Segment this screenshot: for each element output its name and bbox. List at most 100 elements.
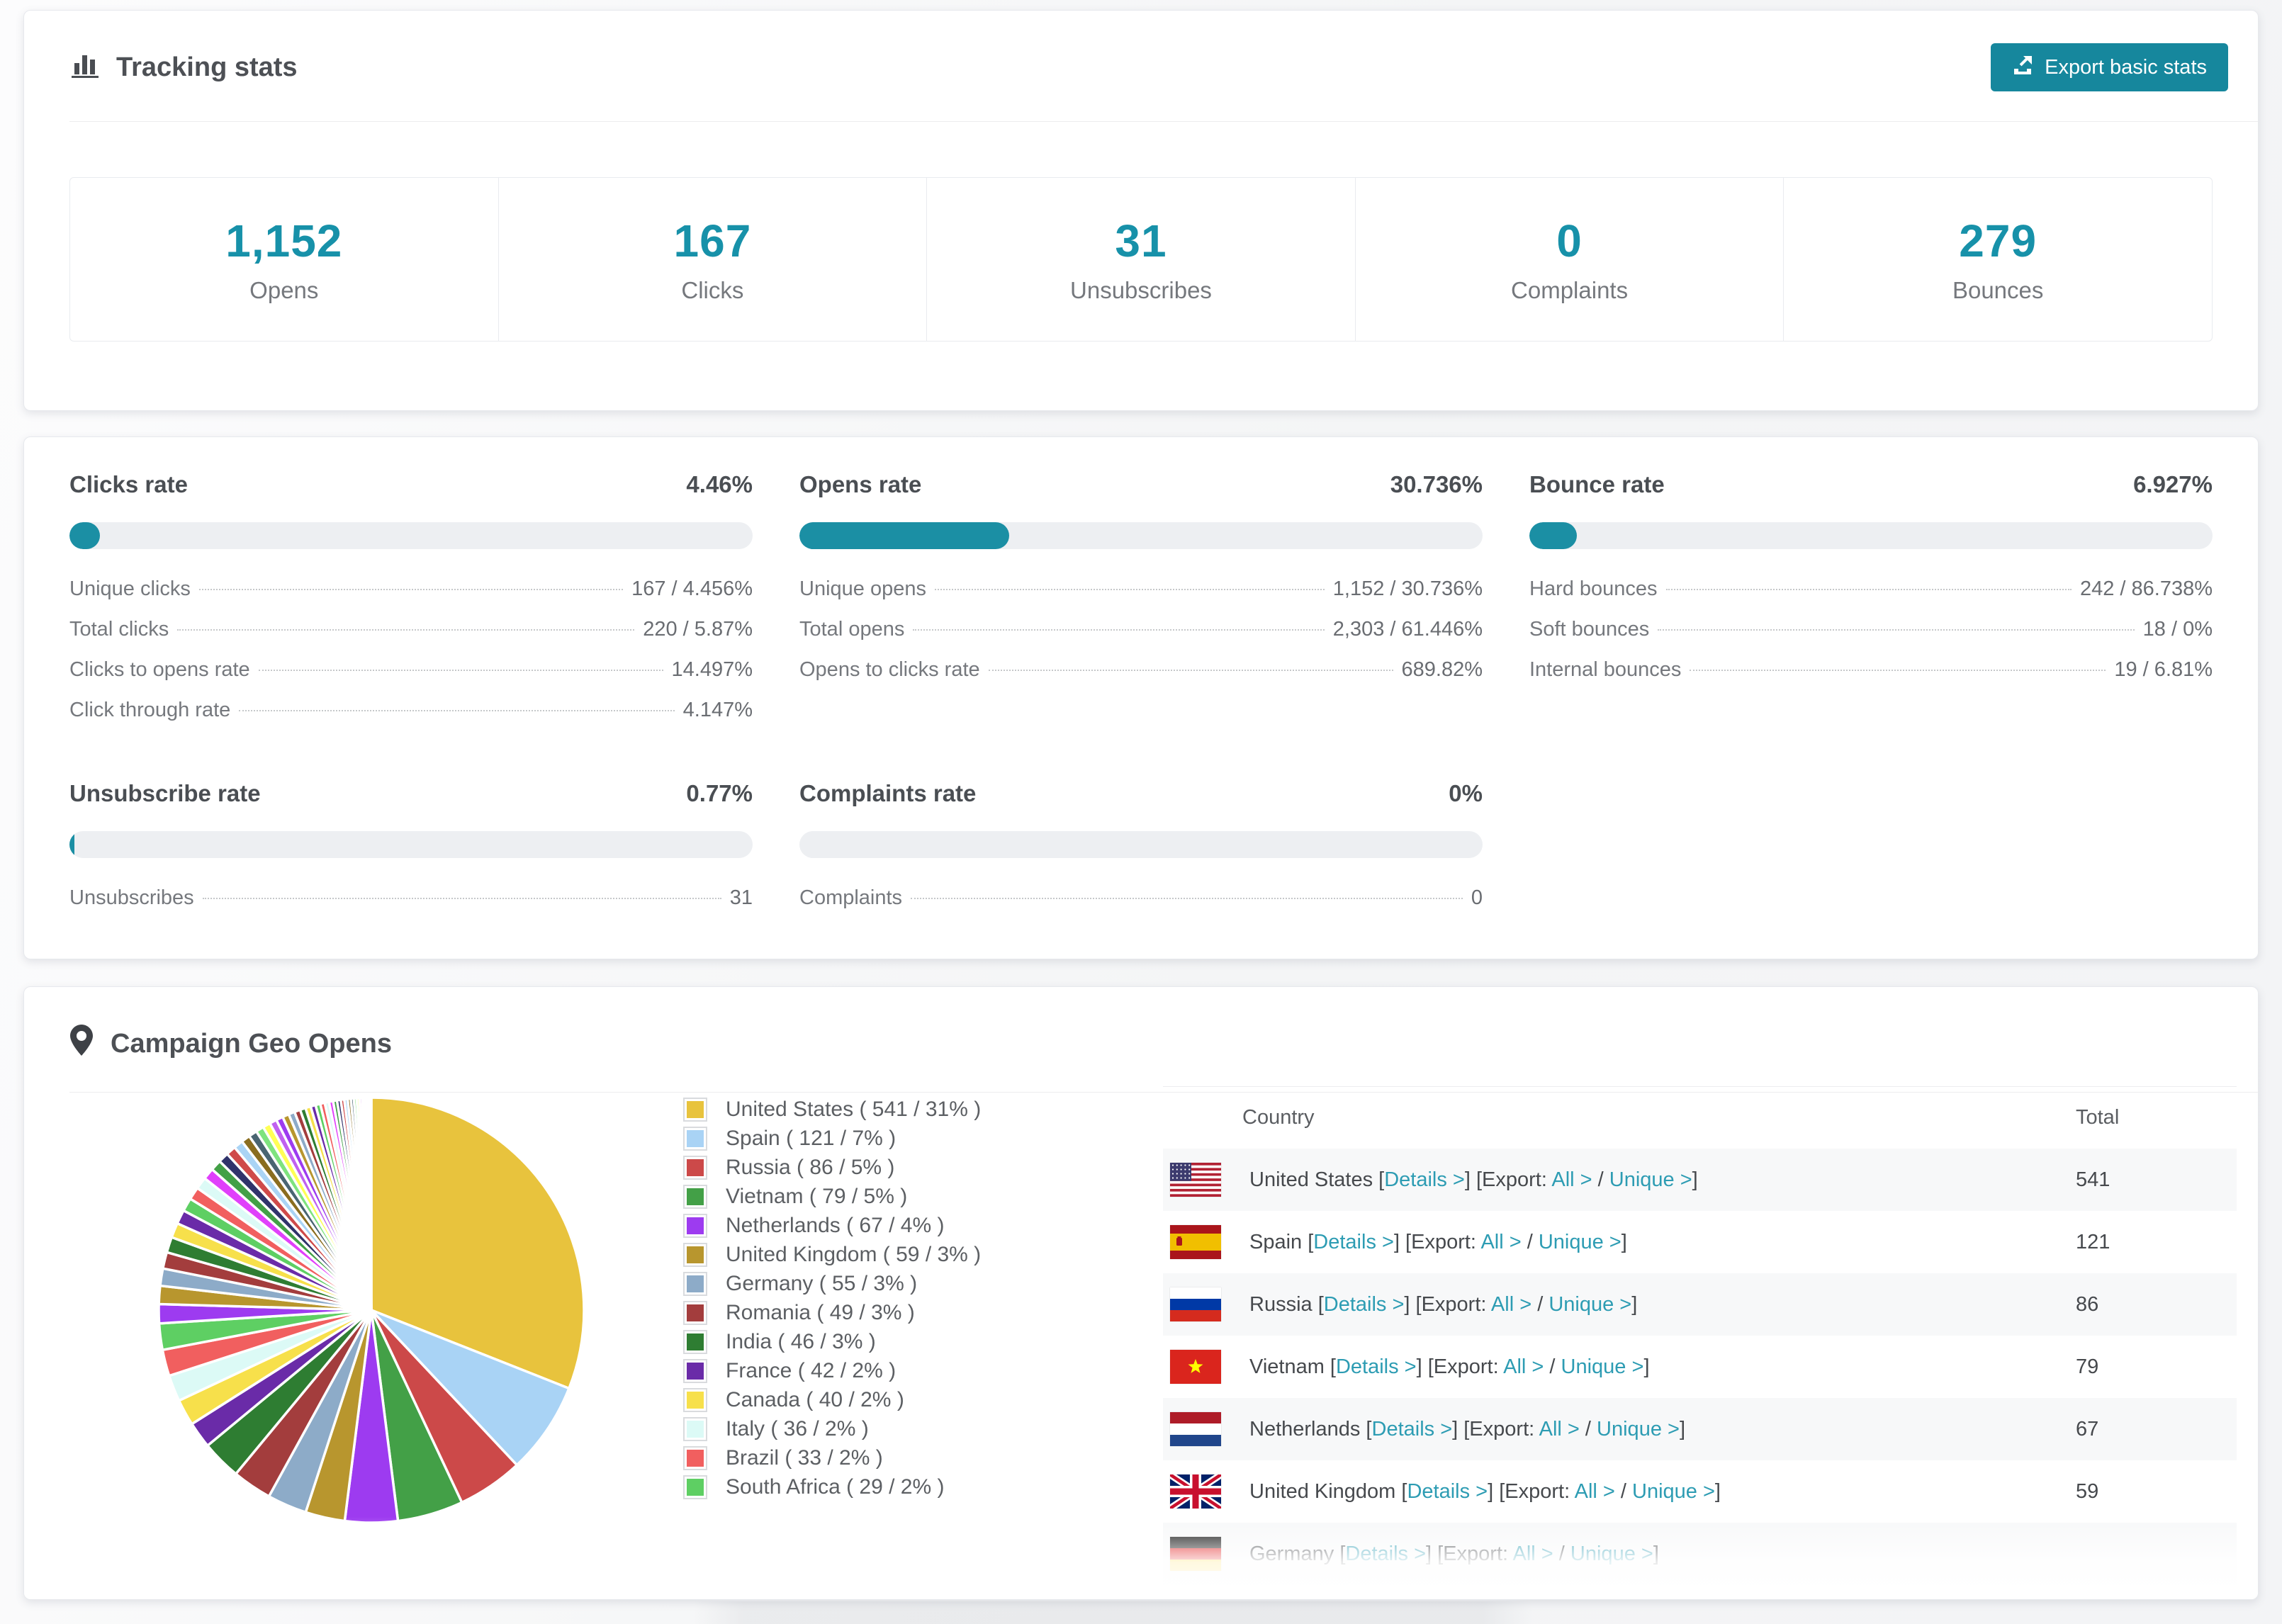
legend-item-spain[interactable]: Spain ( 121 / 7% ) [683,1124,981,1153]
legend-item-france[interactable]: France ( 42 / 2% ) [683,1356,981,1385]
export-unique-link-vietnam[interactable]: Unique > [1561,1355,1644,1378]
dotted-leader [258,670,663,671]
column-header-country: Country [1242,1106,1315,1129]
legend-label: Romania ( 49 / 3% ) [726,1300,915,1324]
rate-item-unique-opens: Unique opens 1,152 / 30.736% [799,577,1483,600]
legend-item-united-kingdom[interactable]: United Kingdom ( 59 / 3% ) [683,1240,981,1269]
map-pin-icon [69,1024,94,1064]
progressbar-fill-opens-rate [799,522,1010,549]
geo-row-vietnam: Vietnam [Details >] [Export: All > / Uni… [1163,1336,2237,1398]
summary-cell-bounces: 279 Bounces [1784,178,2212,341]
rate-item-internal-bounces: Internal bounces 19 / 6.81% [1529,658,2213,681]
rate-title-opens-rate: Opens rate [799,471,922,497]
dotted-leader [913,629,1325,631]
rate-item-unsubscribes: Unsubscribes 31 [69,886,753,909]
rate-item-total-clicks: Total clicks 220 / 5.87% [69,618,753,641]
legend-swatch [683,1445,707,1470]
export-all-link-russia[interactable]: All > [1491,1293,1531,1316]
legend-item-italy[interactable]: Italy ( 36 / 2% ) [683,1414,981,1443]
flag-ru-icon [1170,1287,1221,1321]
details-link-united-kingdom[interactable]: Details > [1407,1480,1488,1503]
export-unique-link-netherlands[interactable]: Unique > [1597,1418,1680,1440]
rate-title-clicks-rate: Clicks rate [69,471,188,497]
legend-swatch [683,1213,707,1238]
legend-label: Germany ( 55 / 3% ) [726,1271,918,1295]
geo-row-germany: Germany [Details >] [Export: All > / Uni… [1163,1523,2237,1585]
progressbar-fill-clicks-rate [69,522,100,549]
geo-table: Country Total United States [Details >] … [1163,1086,2237,1585]
legend-swatch [683,1416,707,1441]
geo-row-text: Vietnam [Details >] [Export: All > / Uni… [1249,1355,1650,1378]
legend-item-brazil[interactable]: Brazil ( 33 / 2% ) [683,1443,981,1472]
legend-label: France ( 42 / 2% ) [726,1358,896,1382]
rate-value-unsubscribe-rate: 0.77% [686,780,753,806]
flag-es-icon [1170,1225,1221,1259]
legend-item-united-states[interactable]: United States ( 541 / 31% ) [683,1095,981,1124]
dotted-leader [1690,670,2106,671]
export-basic-stats-button[interactable]: Export basic stats [1991,43,2228,91]
export-all-link-united-kingdom[interactable]: All > [1575,1480,1615,1503]
progressbar-clicks-rate [69,522,753,549]
geo-row-total: 541 [2076,1168,2110,1191]
legend-swatch [683,1329,707,1354]
rate-item-clicks-to-opens-rate: Clicks to opens rate 14.497% [69,658,753,681]
dotted-leader [177,629,635,631]
geo-table-header: Country Total [1163,1086,2237,1149]
geo-section-title: Campaign Geo Opens [24,987,2258,1064]
details-link-germany[interactable]: Details > [1345,1543,1426,1565]
legend-item-netherlands[interactable]: Netherlands ( 67 / 4% ) [683,1211,981,1240]
summary-cell-clicks: 167 Clicks [499,178,928,341]
geo-row-text: United States [Details >] [Export: All >… [1249,1168,1698,1191]
details-link-russia[interactable]: Details > [1324,1293,1405,1316]
export-all-link-netherlands[interactable]: All > [1539,1418,1580,1440]
legend-item-india[interactable]: India ( 46 / 3% ) [683,1327,981,1356]
legend-item-romania[interactable]: Romania ( 49 / 3% ) [683,1298,981,1327]
legend-item-south-africa[interactable]: South Africa ( 29 / 2% ) [683,1472,981,1501]
details-link-spain[interactable]: Details > [1313,1231,1394,1253]
rate-block-unsubscribe-rate: Unsubscribe rate 0.77% Unsubscribes 31 [69,780,753,927]
geo-row-united-states: United States [Details >] [Export: All >… [1163,1149,2237,1211]
export-button-label: Export basic stats [2045,55,2207,79]
legend-swatch [683,1155,707,1180]
export-all-link-germany[interactable]: All > [1513,1543,1553,1565]
geo-row-text: Russia [Details >] [Export: All > / Uniq… [1249,1292,1638,1316]
export-unique-link-united-kingdom[interactable]: Unique > [1632,1480,1715,1503]
progressbar-opens-rate [799,522,1483,549]
legend-label: Brazil ( 33 / 2% ) [726,1445,883,1470]
geo-row-total: 121 [2076,1230,2110,1253]
export-unique-link-germany[interactable]: Unique > [1570,1543,1653,1565]
rate-value-opens-rate: 30.736% [1390,471,1483,497]
flag-gb-icon [1170,1474,1221,1509]
summary-cell-complaints: 0 Complaints [1356,178,1784,341]
export-all-link-vietnam[interactable]: All > [1503,1355,1544,1378]
dotted-leader [1665,589,2072,590]
summary-value-bounces: 279 [1959,215,2038,266]
legend-item-vietnam[interactable]: Vietnam ( 79 / 5% ) [683,1182,981,1211]
rate-item-click-through-rate: Click through rate 4.147% [69,699,753,721]
page-bottom-shade [693,1601,1533,1624]
export-all-link-united-states[interactable]: All > [1551,1168,1592,1191]
export-unique-link-united-states[interactable]: Unique > [1609,1168,1692,1191]
export-unique-link-spain[interactable]: Unique > [1539,1231,1621,1253]
legend-item-canada[interactable]: Canada ( 40 / 2% ) [683,1385,981,1414]
rate-title-unsubscribe-rate: Unsubscribe rate [69,780,261,806]
legend-item-russia[interactable]: Russia ( 86 / 5% ) [683,1153,981,1182]
export-unique-link-russia[interactable]: Unique > [1548,1293,1631,1316]
geo-row-text: United Kingdom [Details >] [Export: All … [1249,1479,1721,1503]
legend-label: United Kingdom ( 59 / 3% ) [726,1242,982,1266]
legend-swatch [683,1271,707,1296]
summary-label-bounces: Bounces [1952,277,2044,303]
details-link-united-states[interactable]: Details > [1384,1168,1465,1191]
summary-label-complaints: Complaints [1511,277,1629,303]
export-all-link-spain[interactable]: All > [1480,1231,1521,1253]
export-icon [2012,54,2033,81]
details-link-vietnam[interactable]: Details > [1336,1355,1417,1378]
details-link-netherlands[interactable]: Details > [1372,1418,1453,1440]
legend-item-germany[interactable]: Germany ( 55 / 3% ) [683,1269,981,1298]
geo-legend: United States ( 541 / 31% ) Spain ( 121 /… [683,1095,981,1501]
progressbar-bounce-rate [1529,522,2213,549]
legend-swatch [683,1242,707,1267]
rate-title-bounce-rate: Bounce rate [1529,471,1665,497]
dotted-leader [202,898,721,899]
summary-cell-opens: 1,152 Opens [70,178,499,341]
